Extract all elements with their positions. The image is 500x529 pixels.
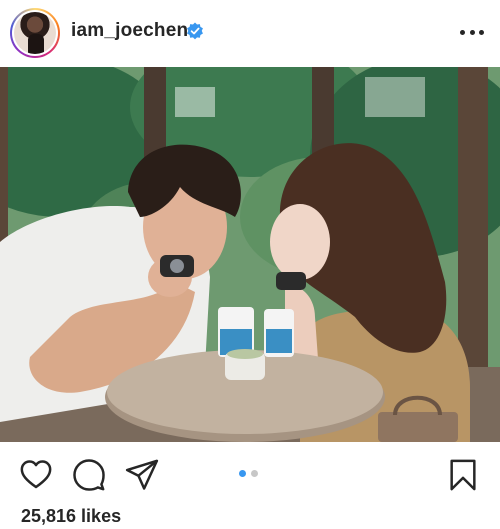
- post-photo[interactable]: [0, 67, 500, 442]
- carousel-indicator: [239, 470, 258, 477]
- carousel-dot[interactable]: [251, 470, 258, 477]
- likes-count[interactable]: 25,816 likes: [21, 506, 121, 527]
- photo-illustration: [0, 67, 500, 442]
- bookmark-icon[interactable]: [446, 458, 480, 492]
- heart-icon[interactable]: [19, 458, 53, 492]
- instagram-post: iam_joechen 25,816 likes: [0, 0, 500, 529]
- verified-badge-icon: [187, 22, 203, 40]
- carousel-dot-active[interactable]: [239, 470, 246, 477]
- comment-icon[interactable]: [72, 458, 106, 492]
- more-options-icon[interactable]: [460, 22, 484, 42]
- avatar-image: [14, 12, 56, 54]
- username[interactable]: iam_joechen: [71, 20, 188, 42]
- avatar[interactable]: [10, 8, 60, 58]
- paper-plane-icon[interactable]: [125, 458, 159, 492]
- post-header: iam_joechen: [0, 0, 500, 64]
